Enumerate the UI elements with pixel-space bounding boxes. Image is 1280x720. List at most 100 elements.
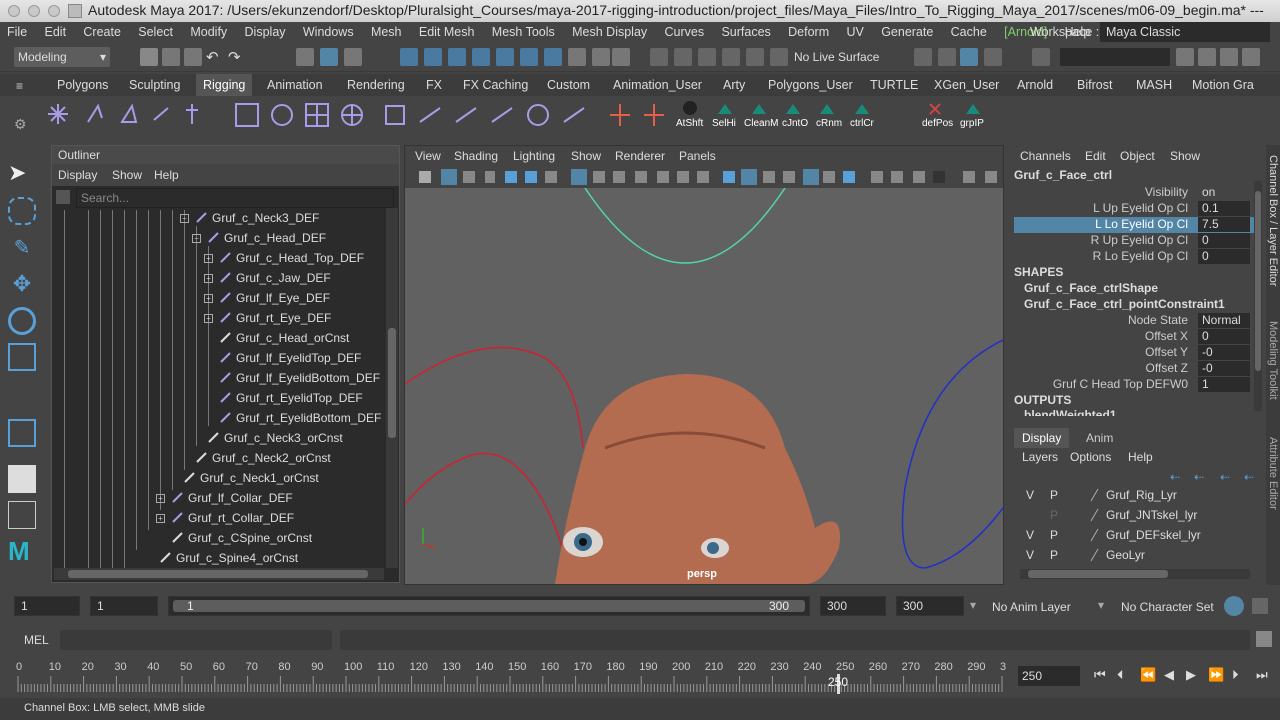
layer-row[interactable]: V P Gruf_Rig_Lyr bbox=[1018, 488, 1258, 506]
new-layer-selected-icon[interactable]: ⇠ bbox=[1244, 470, 1254, 484]
cb-menu-channels[interactable]: Channels bbox=[1020, 149, 1071, 163]
filter-icon[interactable] bbox=[56, 190, 70, 204]
shelf-btn-cleanm[interactable]: CleanM bbox=[744, 118, 778, 129]
shelf-btn-grpip[interactable]: grpIP bbox=[960, 118, 984, 129]
layer-playback-toggle[interactable]: P bbox=[1050, 488, 1058, 502]
expand-icon[interactable]: + bbox=[156, 514, 165, 523]
move-layer-up-icon[interactable]: ⇠ bbox=[1170, 470, 1180, 484]
shelf-tab-sculpting[interactable]: Sculpting bbox=[129, 78, 180, 92]
menu-mesh[interactable]: Mesh bbox=[371, 22, 402, 42]
control-curve-green[interactable] bbox=[584, 188, 786, 264]
safe-title-icon[interactable] bbox=[697, 171, 709, 183]
outliner-menu-display[interactable]: Display bbox=[58, 168, 97, 182]
outliner-row[interactable]: Gruf_c_Head_Top_DEF bbox=[220, 248, 364, 268]
menu-file[interactable]: File bbox=[7, 22, 27, 42]
outliner-row[interactable]: Gruf_c_Head_DEF bbox=[208, 228, 326, 248]
channel-row[interactable]: Offset X 0 bbox=[1014, 329, 1254, 345]
maximize-window-button[interactable] bbox=[48, 5, 60, 17]
shelf-tab-turtle[interactable]: TURTLE bbox=[870, 78, 918, 92]
channel-value[interactable]: Normal bbox=[1198, 313, 1250, 328]
camera-icon[interactable] bbox=[419, 171, 431, 183]
channel-value[interactable]: -0 bbox=[1198, 345, 1250, 360]
vp-menu-lighting[interactable]: Lighting bbox=[513, 149, 555, 163]
channel-row[interactable]: Offset Y -0 bbox=[1014, 345, 1254, 361]
menu-edit[interactable]: Edit bbox=[45, 22, 67, 42]
layer-color-swatch[interactable] bbox=[1090, 528, 1099, 542]
quick-rename-field[interactable] bbox=[1060, 48, 1170, 66]
outliner-row[interactable]: Gruf_c_Spine4_orCnst bbox=[160, 548, 298, 568]
redo-icon[interactable]: ↷ bbox=[228, 48, 246, 66]
select-object-icon[interactable] bbox=[320, 48, 338, 66]
layer-menu-options[interactable]: Options bbox=[1070, 450, 1111, 464]
undo-icon[interactable]: ↶ bbox=[206, 48, 224, 66]
range-handle[interactable] bbox=[173, 600, 805, 612]
channel-row[interactable]: R Lo Eyelid Op Cl 0 bbox=[1014, 249, 1254, 265]
shelf-settings-icon[interactable]: ⚙ bbox=[14, 116, 27, 133]
clean-icon[interactable] bbox=[752, 104, 766, 114]
layer-color-swatch[interactable] bbox=[1090, 488, 1099, 502]
menu-cache[interactable]: Cache bbox=[951, 22, 987, 42]
end-time-field[interactable]: 300 bbox=[896, 596, 964, 616]
hypershade-icon[interactable] bbox=[746, 48, 764, 66]
anim-start-field[interactable]: 1 bbox=[90, 596, 158, 616]
last-tool-icon[interactable] bbox=[8, 419, 36, 447]
rotate-tool-icon[interactable] bbox=[8, 307, 36, 335]
cb-menu-show[interactable]: Show bbox=[1170, 149, 1200, 163]
hud-icon[interactable] bbox=[985, 171, 997, 183]
menu-create[interactable]: Create bbox=[83, 22, 121, 42]
close-window-button[interactable] bbox=[8, 5, 20, 17]
reset-icon[interactable] bbox=[644, 104, 664, 126]
grease-pencil-icon[interactable] bbox=[525, 171, 537, 183]
orient-constraint-icon[interactable] bbox=[491, 107, 513, 123]
vp-menu-show[interactable]: Show bbox=[571, 149, 601, 163]
channel-row[interactable]: L Up Eyelid Op Cl 0.1 bbox=[1014, 201, 1254, 217]
scroll-thumb[interactable] bbox=[388, 328, 396, 438]
shelf-tab-arty[interactable]: Arty bbox=[723, 78, 745, 92]
cb-menu-edit[interactable]: Edit bbox=[1085, 149, 1106, 163]
tab-display[interactable]: Display bbox=[1014, 428, 1070, 448]
control-curve-blue[interactable] bbox=[901, 339, 1004, 569]
side-tab-modeling-toolkit[interactable]: Modeling Toolkit bbox=[1267, 321, 1279, 400]
pole-vector-icon[interactable] bbox=[527, 104, 549, 126]
snap-view-icon[interactable] bbox=[472, 48, 490, 66]
move-layer-down-icon[interactable]: ⇠ bbox=[1194, 470, 1204, 484]
ambient-occlusion-icon[interactable] bbox=[913, 171, 925, 183]
shelf-tab-polygons-user[interactable]: Polygons_User bbox=[768, 78, 853, 92]
layer-row[interactable]: V P GeoLyr bbox=[1018, 548, 1258, 568]
defpos-icon[interactable] bbox=[929, 103, 941, 115]
channel-row[interactable]: Visibility on bbox=[1014, 185, 1254, 201]
channel-value[interactable]: on bbox=[1198, 185, 1250, 200]
outliner-menu-help[interactable]: Help bbox=[154, 168, 179, 182]
vp-menu-renderer[interactable]: Renderer bbox=[615, 149, 665, 163]
mel-label[interactable]: MEL bbox=[24, 633, 49, 647]
live-surface-label[interactable]: No Live Surface bbox=[794, 50, 879, 64]
point-constraint-icon[interactable] bbox=[419, 107, 441, 123]
outliner-search-input[interactable]: Search... bbox=[76, 188, 394, 208]
timeline-ticks[interactable]: 0 10 20 30 40 50 60 70 80 90 100 110 120 130 140 150 160… bbox=[0, 656, 1010, 696]
outliner-row[interactable]: Gruf_lf_Eye_DEF bbox=[220, 288, 330, 308]
wireframe-on-shaded-icon[interactable] bbox=[763, 171, 775, 183]
mirror-joint-icon[interactable] bbox=[186, 104, 198, 124]
layer-name[interactable]: Gruf_DEFskel_lyr bbox=[1106, 528, 1201, 542]
grid-icon[interactable] bbox=[571, 169, 587, 185]
menu-surfaces[interactable]: Surfaces bbox=[721, 22, 770, 42]
cluster-icon[interactable] bbox=[341, 104, 363, 126]
tool-settings-icon[interactable] bbox=[1242, 48, 1260, 66]
menu-select[interactable]: Select bbox=[138, 22, 173, 42]
expand-icon[interactable]: + bbox=[156, 494, 165, 503]
vp-menu-view[interactable]: View bbox=[415, 149, 441, 163]
channel-row[interactable]: Gruf C Head Top DEFW0 1 bbox=[1014, 377, 1254, 393]
channel-box-icon[interactable] bbox=[1198, 48, 1216, 66]
layer-color-swatch[interactable] bbox=[1090, 548, 1099, 562]
shelf-tab-fx[interactable]: FX bbox=[426, 78, 442, 92]
start-time-field[interactable]: 1 bbox=[14, 596, 80, 616]
snap-live-icon[interactable] bbox=[520, 48, 538, 66]
control-curve-red-lower[interactable] bbox=[405, 452, 566, 559]
film-gate-icon[interactable] bbox=[593, 171, 605, 183]
shelf-tab-mash[interactable]: MASH bbox=[1136, 78, 1172, 92]
render-icon[interactable] bbox=[674, 48, 692, 66]
outliner-row[interactable]: Gruf_c_Head_orCnst bbox=[220, 328, 349, 348]
control-curve-red-upper[interactable] bbox=[405, 346, 584, 449]
goto-end-icon[interactable]: ⏭ bbox=[1256, 667, 1268, 683]
wireframe-icon[interactable] bbox=[723, 171, 735, 183]
